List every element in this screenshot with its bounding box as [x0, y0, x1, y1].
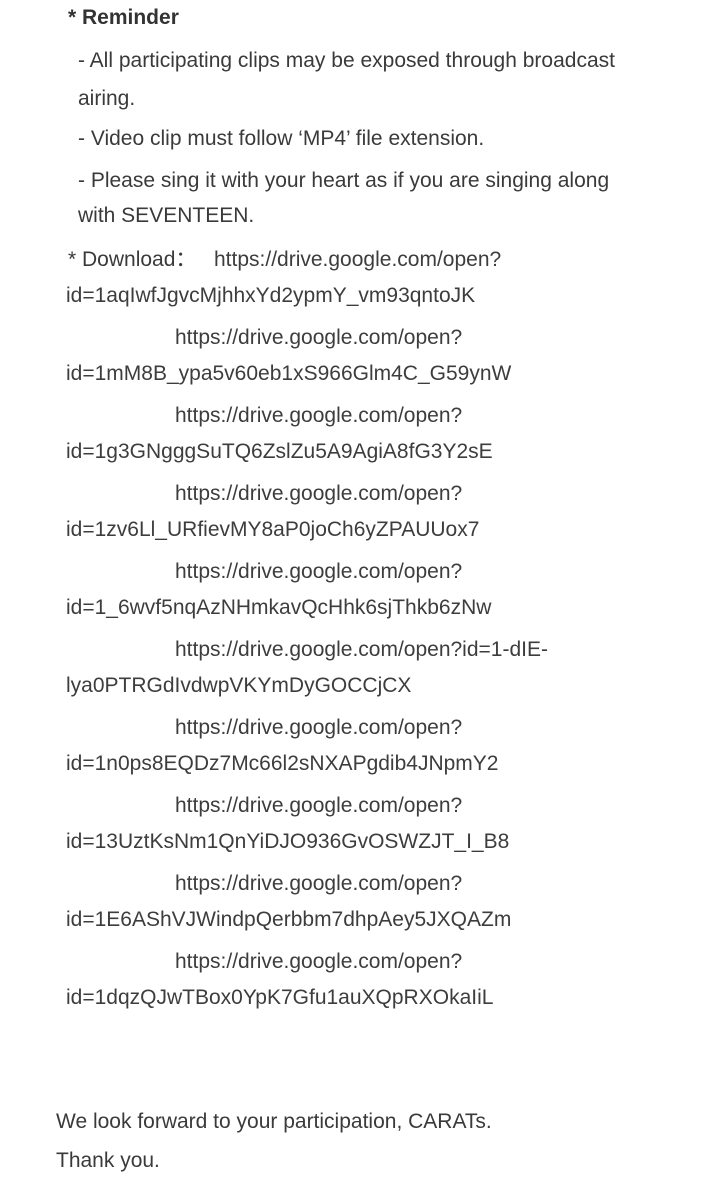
download-link-7-part-1[interactable]: https://drive.google.com/open? [175, 714, 462, 742]
download-link-2-part-1[interactable]: https://drive.google.com/open? [175, 324, 462, 352]
reminder-item-1-line-2: airing. [78, 87, 136, 110]
download-link-3-part-2[interactable]: id=1g3GNgggSuTQ6ZslZu5A9AgiA8fG3Y2sE [66, 438, 493, 466]
download-link-7-part-2[interactable]: id=1n0ps8EQDz7Mc66l2sNXAPgdib4JNpmY2 [66, 750, 498, 778]
download-label: * Download： [68, 248, 197, 271]
reminder-item-3-line-2: with SEVENTEEN. [78, 204, 255, 227]
download-link-1-part-1[interactable]: https://drive.google.com/open? [214, 246, 501, 274]
reminder-item-3-line-1: - Please sing it with your heart as if y… [78, 169, 610, 192]
download-link-8-part-2[interactable]: id=13UztKsNm1QnYiDJO936GvOSWZJT_I_B8 [66, 828, 509, 856]
download-link-4-part-1[interactable]: https://drive.google.com/open? [175, 480, 462, 508]
closing-message: We look forward to your participation, C… [56, 1110, 492, 1133]
download-link-5-part-2[interactable]: id=1_6wvf5nqAzNHmkavQcHhk6sjThkb6zNw [66, 594, 491, 622]
download-link-3-part-1[interactable]: https://drive.google.com/open? [175, 402, 462, 430]
download-link-10-part-2[interactable]: id=1dqzQJwTBox0YpK7Gfu1auXQpRXOkaIiL [66, 984, 493, 1012]
reminder-heading: * Reminder [68, 6, 179, 29]
download-link-6-part-2[interactable]: lya0PTRGdIvdwpVKYmDyGOCCjCX [66, 672, 411, 700]
closing-thanks: Thank you. [56, 1149, 160, 1172]
reminder-item-2: - Video clip must follow ‘MP4’ file exte… [78, 127, 485, 150]
download-link-2-part-2[interactable]: id=1mM8B_ypa5v60eb1xS966Glm4C_G59ynW [66, 360, 511, 388]
download-link-4-part-2[interactable]: id=1zv6Ll_URfievMY8aP0joCh6yZPAUUox7 [66, 516, 479, 544]
download-link-10-part-1[interactable]: https://drive.google.com/open? [175, 948, 462, 976]
download-link-5-part-1[interactable]: https://drive.google.com/open? [175, 558, 462, 586]
download-link-1-part-2[interactable]: id=1aqIwfJgvcMjhhxYd2ypmY_vm93qntoJK [66, 282, 475, 310]
download-link-9-part-1[interactable]: https://drive.google.com/open? [175, 870, 462, 898]
download-link-8-part-1[interactable]: https://drive.google.com/open? [175, 792, 462, 820]
download-link-6-part-1[interactable]: https://drive.google.com/open?id=1-dIE- [175, 636, 548, 664]
reminder-item-1-line-1: - All participating clips may be exposed… [78, 49, 615, 72]
download-link-9-part-2[interactable]: id=1E6AShVJWindpQerbbm7dhpAey5JXQAZm [66, 906, 511, 934]
